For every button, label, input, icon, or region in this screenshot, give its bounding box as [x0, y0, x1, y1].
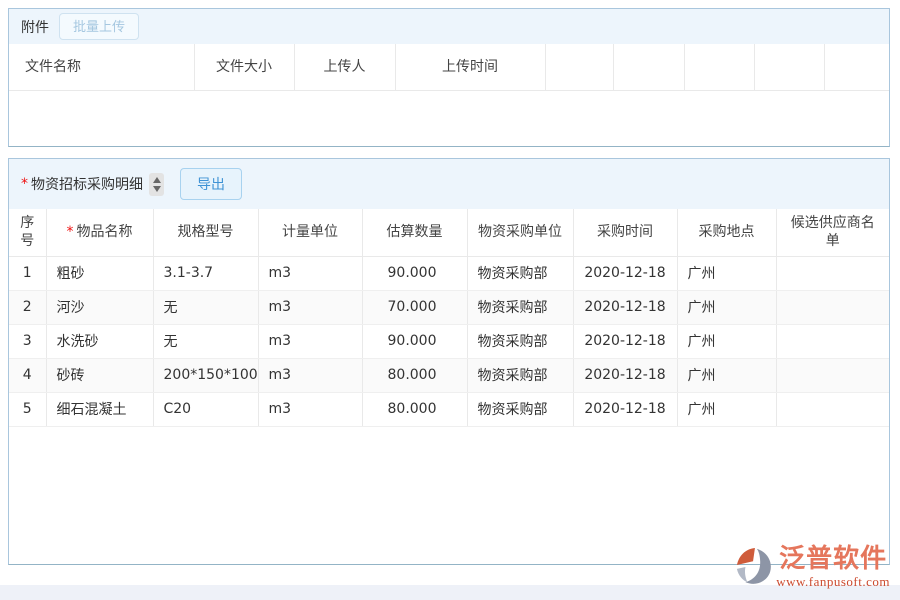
attachment-col-upload-time: 上传时间 [395, 44, 545, 90]
cell-purchase-place: 广州 [677, 324, 776, 358]
table-row: 1 粗砂 3.1-3.7 m3 90.000 物资采购部 2020-12-18 … [9, 256, 889, 290]
cell-spec-model: 3.1-3.7 [153, 256, 258, 290]
attachment-col-uploader: 上传人 [294, 44, 395, 90]
required-asterisk: * [21, 176, 28, 192]
cell-seq: 5 [9, 392, 46, 426]
cell-purchase-time: 2020-12-18 [573, 290, 677, 324]
cell-est-qty: 90.000 [362, 256, 467, 290]
cell-item-name: 粗砂 [46, 256, 153, 290]
sort-down-icon[interactable] [153, 186, 161, 192]
detail-title-wrap: * 物资招标采购明细 [21, 174, 143, 194]
attachment-panel: 附件 批量上传 文件名称 文件大小 上传人 上传时间 [8, 8, 890, 147]
cell-seq: 4 [9, 358, 46, 392]
cell-purchase-time: 2020-12-18 [573, 256, 677, 290]
cell-spec-model: 200*150*100 [153, 358, 258, 392]
cell-unit: m3 [258, 324, 362, 358]
attachment-col-empty-4 [754, 44, 824, 90]
fanpu-logo-icon [734, 547, 774, 589]
brand-name: 泛普软件 [779, 546, 887, 572]
attachment-title: 附件 [21, 17, 49, 37]
col-purchase-dept: 物资采购单位 [467, 209, 573, 256]
cell-candidate-suppliers [776, 358, 889, 392]
detail-table: 序号 *物品名称 规格型号 计量单位 估算数量 物资采购单位 采购时间 采购地点… [9, 209, 889, 427]
cell-purchase-dept: 物资采购部 [467, 358, 573, 392]
detail-header-row: 序号 *物品名称 规格型号 计量单位 估算数量 物资采购单位 采购时间 采购地点… [9, 209, 889, 256]
cell-spec-model: C20 [153, 392, 258, 426]
attachment-table: 文件名称 文件大小 上传人 上传时间 [9, 44, 889, 91]
cell-candidate-suppliers [776, 324, 889, 358]
cell-seq: 3 [9, 324, 46, 358]
cell-candidate-suppliers [776, 290, 889, 324]
cell-est-qty: 70.000 [362, 290, 467, 324]
cell-item-name: 细石混凝土 [46, 392, 153, 426]
cell-purchase-dept: 物资采购部 [467, 324, 573, 358]
table-row: 2 河沙 无 m3 70.000 物资采购部 2020-12-18 广州 [9, 290, 889, 324]
table-row: 4 砂砖 200*150*100 m3 80.000 物资采购部 2020-12… [9, 358, 889, 392]
cell-est-qty: 80.000 [362, 358, 467, 392]
cell-purchase-dept: 物资采购部 [467, 256, 573, 290]
col-spec-model: 规格型号 [153, 209, 258, 256]
cell-purchase-dept: 物资采购部 [467, 290, 573, 324]
table-row: 3 水洗砂 无 m3 90.000 物资采购部 2020-12-18 广州 [9, 324, 889, 358]
table-row: 5 细石混凝土 C20 m3 80.000 物资采购部 2020-12-18 广… [9, 392, 889, 426]
col-seq: 序号 [9, 209, 46, 256]
cell-est-qty: 90.000 [362, 324, 467, 358]
attachment-col-file-name: 文件名称 [9, 44, 194, 90]
cell-purchase-place: 广州 [677, 256, 776, 290]
cell-item-name: 砂砖 [46, 358, 153, 392]
cell-purchase-place: 广州 [677, 290, 776, 324]
export-button[interactable]: 导出 [180, 168, 242, 200]
col-est-qty: 估算数量 [362, 209, 467, 256]
cell-purchase-time: 2020-12-18 [573, 358, 677, 392]
cell-purchase-time: 2020-12-18 [573, 324, 677, 358]
cell-purchase-place: 广州 [677, 392, 776, 426]
cell-candidate-suppliers [776, 256, 889, 290]
cell-purchase-dept: 物资采购部 [467, 392, 573, 426]
col-candidate-suppliers: 候选供应商名单 [776, 209, 889, 256]
attachment-col-empty-2 [613, 44, 684, 90]
detail-title: 物资招标采购明细 [31, 174, 143, 194]
col-unit: 计量单位 [258, 209, 362, 256]
cell-spec-model: 无 [153, 290, 258, 324]
cell-unit: m3 [258, 358, 362, 392]
cell-seq: 1 [9, 256, 46, 290]
cell-item-name: 河沙 [46, 290, 153, 324]
attachment-col-file-size: 文件大小 [194, 44, 294, 90]
cell-purchase-time: 2020-12-18 [573, 392, 677, 426]
sort-up-icon[interactable] [153, 177, 161, 183]
attachment-col-empty-5 [824, 44, 889, 90]
brand-url: www.fanpusoft.com [776, 574, 890, 590]
attachment-col-empty-3 [684, 44, 754, 90]
col-item-name: *物品名称 [46, 209, 153, 256]
attachment-header-row: 文件名称 文件大小 上传人 上传时间 [9, 44, 889, 90]
cell-unit: m3 [258, 290, 362, 324]
cell-est-qty: 80.000 [362, 392, 467, 426]
col-purchase-place: 采购地点 [677, 209, 776, 256]
detail-titlebar: * 物资招标采购明细 导出 [9, 159, 889, 209]
cell-item-name: 水洗砂 [46, 324, 153, 358]
sort-spinner[interactable] [149, 173, 164, 196]
cell-unit: m3 [258, 256, 362, 290]
attachment-titlebar: 附件 批量上传 [9, 9, 889, 44]
cell-candidate-suppliers [776, 392, 889, 426]
col-purchase-time: 采购时间 [573, 209, 677, 256]
cell-seq: 2 [9, 290, 46, 324]
cell-unit: m3 [258, 392, 362, 426]
batch-upload-button[interactable]: 批量上传 [59, 13, 139, 40]
detail-panel: * 物资招标采购明细 导出 序号 *物品名称 规格型号 计量单位 估算数量 物资… [8, 158, 890, 565]
cell-purchase-place: 广州 [677, 358, 776, 392]
attachment-col-empty-1 [545, 44, 613, 90]
required-asterisk: * [67, 224, 74, 240]
vendor-watermark: 泛普软件 www.fanpusoft.com [734, 546, 890, 590]
cell-spec-model: 无 [153, 324, 258, 358]
